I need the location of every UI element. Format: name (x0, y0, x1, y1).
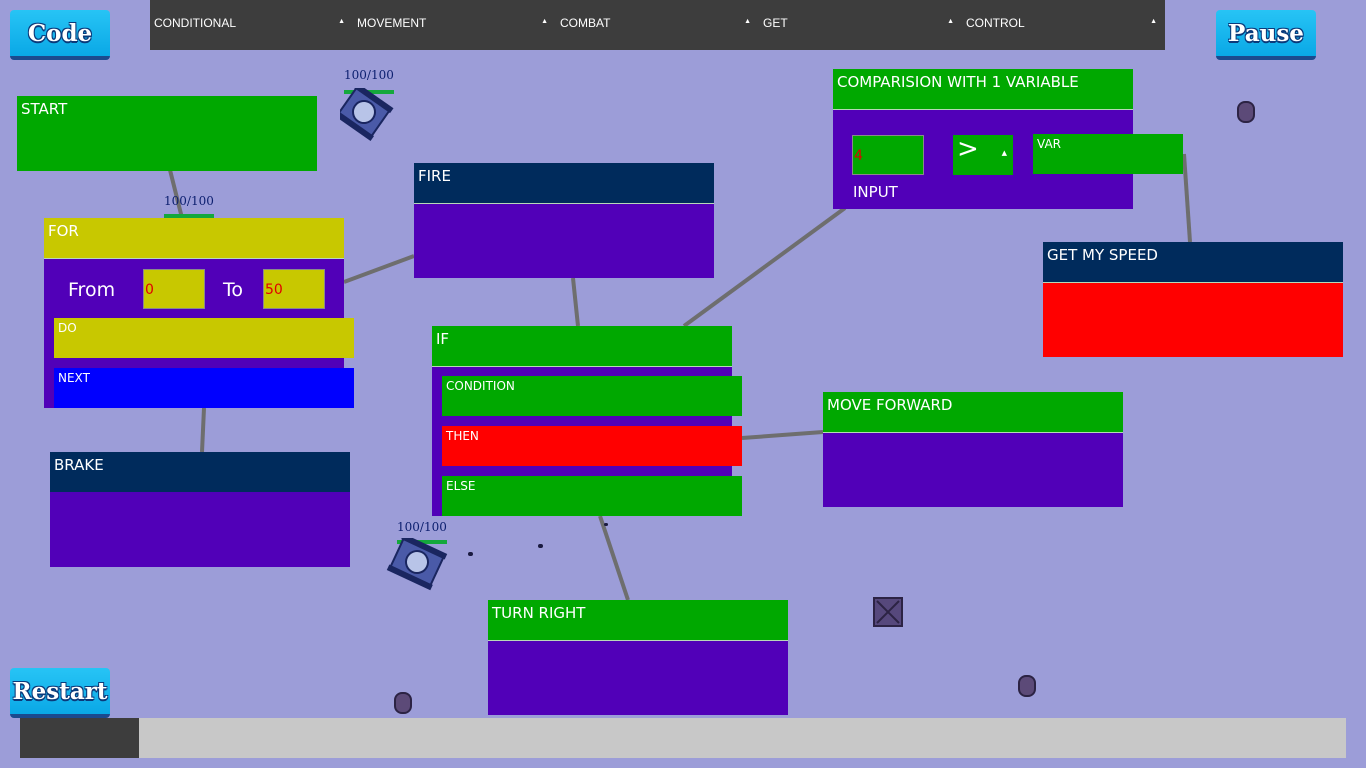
crate (873, 597, 903, 627)
menu-label: GET (763, 16, 788, 30)
if-condition-slot[interactable]: CONDITION (442, 376, 742, 416)
for-from-label: From (68, 279, 116, 301)
caret-up-icon: ▲ (1001, 149, 1007, 157)
turn-right-block-body (488, 640, 788, 715)
menu-movement[interactable]: MOVEMENT ▲ (353, 0, 556, 44)
menu-conditional[interactable]: CONDITIONAL ▲ (150, 0, 353, 44)
pause-button[interactable]: Pause (1216, 10, 1316, 60)
menu-label: CONTROL (966, 16, 1025, 30)
for-next-slot[interactable]: NEXT (54, 368, 354, 408)
for-to-input[interactable]: 50 (263, 269, 325, 309)
bullet (538, 544, 543, 548)
tank[interactable]: 100/100 (160, 192, 220, 222)
operator-dropdown[interactable]: > ▲ (953, 134, 1013, 175)
tank-health-label: 100/100 (344, 68, 394, 82)
tank[interactable]: 100/100 (340, 66, 400, 146)
barrel (1237, 101, 1255, 123)
barrel (394, 692, 412, 714)
comparison-input-label: INPUT (853, 183, 898, 201)
progress-bar (20, 718, 1346, 758)
bullet (468, 552, 473, 556)
for-do-slot[interactable]: DO (54, 318, 354, 358)
restart-button[interactable]: Restart (10, 668, 110, 718)
tank-icon (386, 538, 448, 591)
crate-cross-icon (876, 600, 900, 624)
caret-up-icon: ▲ (744, 18, 751, 25)
progress-fill (20, 718, 140, 758)
menu-label: COMBAT (560, 16, 611, 30)
tank-health-label: 100/100 (397, 520, 447, 534)
barrel (1018, 675, 1036, 697)
start-block[interactable]: START (17, 96, 317, 171)
menu-get[interactable]: GET ▲ (759, 0, 962, 44)
menu-control[interactable]: CONTROL ▲ (962, 0, 1165, 44)
menu-combat[interactable]: COMBAT ▲ (556, 0, 759, 44)
tank-health-bar (164, 214, 214, 218)
for-to-label: To (223, 279, 244, 301)
brake-block-header[interactable]: BRAKE (50, 452, 350, 492)
if-block-header[interactable]: IF (432, 326, 732, 367)
for-block-header[interactable]: FOR (44, 218, 344, 259)
caret-up-icon: ▲ (1150, 18, 1157, 25)
brake-block-body (50, 492, 350, 567)
fire-block-header[interactable]: FIRE (414, 163, 714, 204)
fire-block-body (414, 203, 714, 278)
comparison-var-slot[interactable]: VAR (1033, 134, 1183, 174)
caret-up-icon: ▲ (338, 18, 345, 25)
get-speed-block-header[interactable]: GET MY SPEED (1043, 242, 1343, 283)
bullet (604, 523, 608, 526)
menu-label: MOVEMENT (357, 16, 427, 30)
comparison-block-header[interactable]: COMPARISION WITH 1 VARIABLE (833, 69, 1133, 110)
tank[interactable]: 100/100 (385, 516, 455, 596)
operator-value: > (957, 134, 979, 164)
caret-up-icon: ▲ (947, 18, 954, 25)
for-from-input[interactable]: 0 (143, 269, 205, 309)
code-button[interactable]: Code (10, 10, 110, 60)
if-else-slot[interactable]: ELSE (442, 476, 742, 516)
move-forward-block-body (823, 432, 1123, 507)
caret-up-icon: ▲ (541, 18, 548, 25)
menu-label: CONDITIONAL (154, 16, 237, 30)
block-category-menu: CONDITIONAL ▲ MOVEMENT ▲ COMBAT ▲ GET ▲ … (150, 0, 1165, 50)
tank-icon (340, 88, 394, 142)
tank-health-label: 100/100 (164, 194, 214, 208)
if-then-slot[interactable]: THEN (442, 426, 742, 466)
get-speed-block-body (1043, 282, 1343, 357)
turn-right-block-header[interactable]: TURN RIGHT (488, 600, 788, 641)
move-forward-block-header[interactable]: MOVE FORWARD (823, 392, 1123, 433)
comparison-input-field[interactable]: 4 (852, 135, 924, 175)
